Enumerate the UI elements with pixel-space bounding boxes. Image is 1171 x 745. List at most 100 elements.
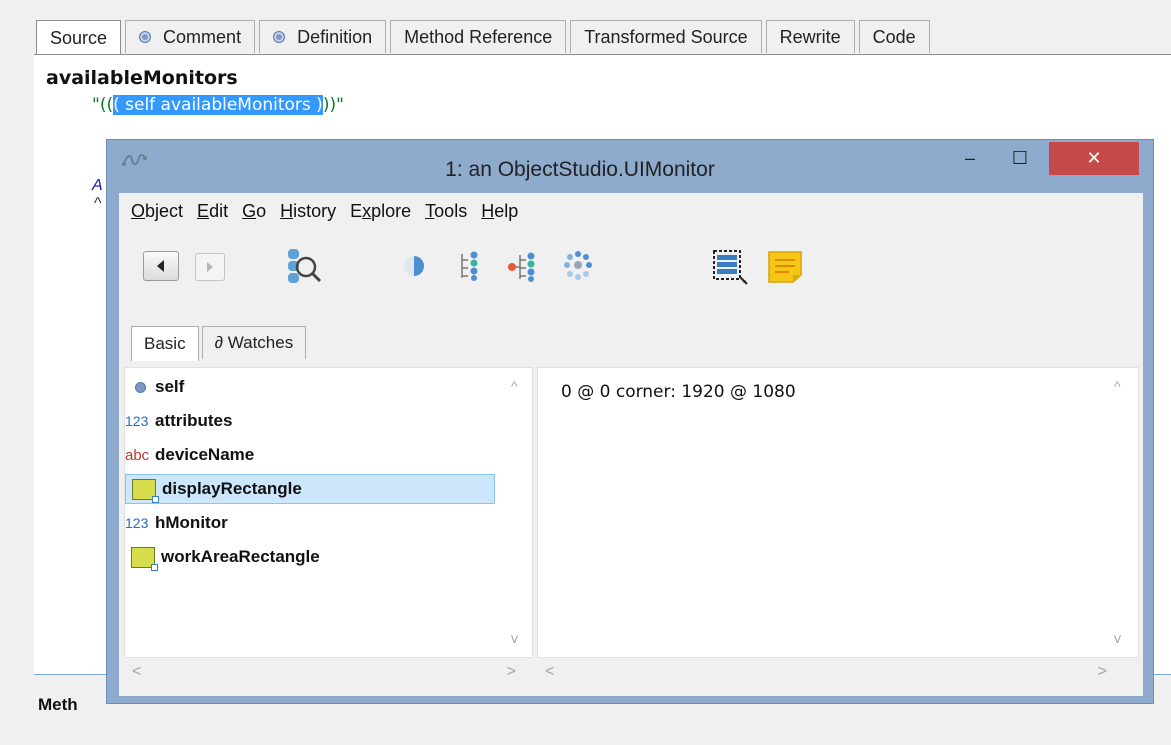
code-fragment: ^ [94,195,102,212]
right-horizontal-scrollbar[interactable]: < > [537,659,1115,687]
menu-accel: O [131,201,146,221]
menu-accel: x [362,201,372,221]
code-browser-tabs: Source Comment Definition Method Referen… [36,20,934,55]
field-name: deviceName [155,445,255,464]
tab-source[interactable]: Source [36,20,122,55]
method-comment: "((( self availableMonitors )))" [92,95,344,115]
inspector-subtabs: Basic ∂ Watches [131,326,309,361]
tab-rewrite[interactable]: Rewrite [765,20,855,53]
close-button[interactable]: ✕ [1049,142,1139,175]
field-row-workarearectangle[interactable]: workAreaRectangle [125,542,495,572]
number-icon: 123 [125,413,149,429]
field-name: hMonitor [155,513,228,532]
menu-bar: Object Edit Go History Explore Tools Hel… [119,201,525,227]
comment-selection: ( self availableMonitors ) [113,95,323,115]
menu-explore[interactable]: Explore [343,201,418,227]
scroll-right-arrow-icon[interactable]: > [1098,663,1107,681]
scroll-down-arrow-icon[interactable]: v [511,630,518,646]
menu-history[interactable]: History [273,201,343,227]
sticky-note-button[interactable] [765,249,805,285]
comment-suffix: ))" [322,95,344,115]
tab-transformed-source[interactable]: Transformed Source [570,20,762,53]
tab-dot-icon [273,31,286,43]
tab-method-reference[interactable]: Method Reference [390,20,567,53]
menu-text: plore [371,201,412,221]
menu-accel: E [197,201,210,221]
sticky-note-icon [768,251,802,283]
list-select-button[interactable] [710,247,750,287]
field-row-hmonitor[interactable]: 123 hMonitor [125,508,495,538]
tab-label: Comment [163,26,242,47]
menu-tools[interactable]: Tools [418,201,474,227]
menu-text: dit [209,201,229,221]
maximize-button[interactable]: ☐ [1003,142,1037,175]
tab-label: Rewrite [779,26,841,47]
menu-text: elp [494,201,519,221]
menu-go[interactable]: Go [235,201,273,227]
inspector-client: Object Edit Go History Explore Tools Hel… [119,193,1143,696]
dots-grid-icon [564,251,592,280]
scroll-down-arrow-icon[interactable]: v [1114,630,1121,646]
value-pane[interactable]: 0 @ 0 corner: 1920 @ 1080 ^ v [537,367,1139,658]
field-row-self[interactable]: self [125,372,495,402]
menu-help[interactable]: Help [474,201,525,227]
minimize-button[interactable]: – [953,142,987,175]
inspector-titlebar[interactable]: 1: an ObjectStudio.UIMonitor – ☐ ✕ [107,140,1153,192]
menu-accel: H [481,201,495,221]
inspect-magnifier-icon [288,249,322,283]
back-icon [157,260,164,272]
menu-text: E [350,201,363,221]
tab-basic[interactable]: Basic [131,326,199,361]
tab-definition[interactable]: Definition [259,20,387,53]
left-horizontal-scrollbar[interactable]: < > [124,659,524,687]
tree-structure-button[interactable] [456,249,486,283]
tab-label: Code [872,26,916,47]
tab-label: Method Reference [404,26,553,47]
menu-object[interactable]: Object [119,201,190,227]
half-circle-icon [404,256,424,276]
scroll-left-arrow-icon[interactable]: < [545,663,554,681]
scroll-right-arrow-icon[interactable]: > [507,663,516,681]
menu-text: ools [434,201,468,221]
tab-label: Transformed Source [584,26,748,47]
field-name: workAreaRectangle [161,547,320,566]
half-circle-button[interactable] [399,251,429,281]
field-row-displayrectangle[interactable]: displayRectangle [125,474,495,504]
tab-dot-icon [139,31,152,43]
scroll-left-arrow-icon[interactable]: < [132,663,141,681]
tree-structure-icon [461,251,478,281]
object-icon [125,381,155,393]
rectangle-icon [125,546,158,571]
tab-comment[interactable]: Comment [125,20,256,53]
window-title: 1: an ObjectStudio.UIMonitor [445,158,715,181]
menu-text: bject [145,201,184,221]
tree-expand-button[interactable] [505,249,541,283]
inspect-button[interactable] [284,247,326,287]
tab-watches[interactable]: ∂ Watches [201,326,307,359]
field-list[interactable]: self 123 attributes abc deviceName displ… [124,367,533,658]
toolbar [119,245,1143,289]
back-button[interactable] [143,251,179,281]
forward-button[interactable] [195,253,225,281]
rectangle-icon [126,478,159,503]
tree-expand-icon [508,252,535,282]
scroll-up-arrow-icon[interactable]: ^ [511,378,518,394]
inspector-window: 1: an ObjectStudio.UIMonitor – ☐ ✕ Objec… [106,139,1154,704]
comment-prefix: "(( [92,95,114,115]
field-row-devicename[interactable]: abc deviceName [125,440,495,470]
forward-icon [207,262,213,272]
number-icon: 123 [125,515,149,531]
field-name: displayRectangle [162,479,302,498]
scroll-up-arrow-icon[interactable]: ^ [1114,378,1121,394]
tab-label: Definition [297,26,373,47]
field-row-attributes[interactable]: 123 attributes [125,406,495,436]
dots-grid-button[interactable] [561,249,595,283]
menu-text: istory [293,201,337,221]
menu-accel: G [242,201,257,221]
menu-accel: H [280,201,294,221]
tab-code[interactable]: Code [858,20,930,53]
method-panel-label: Meth [38,695,78,714]
string-icon: abc [125,446,150,464]
menu-edit[interactable]: Edit [190,201,235,227]
tab-label: Source [50,27,108,48]
